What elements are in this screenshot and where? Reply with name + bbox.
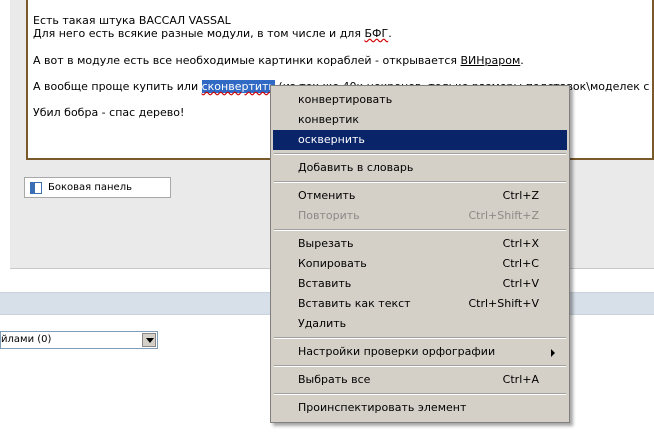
sidebar-icon — [30, 181, 42, 194]
menu-spellcheck-settings[interactable]: Настройки проверки орфографии — [273, 342, 567, 362]
submenu-arrow-icon — [551, 349, 555, 357]
chevron-down-icon[interactable] — [142, 333, 156, 347]
menu-separator — [274, 181, 566, 183]
menu-delete[interactable]: Удалить — [273, 314, 567, 334]
editor-line-1: Есть такая штука ВАССАЛ VASSAL — [33, 14, 231, 27]
menu-separator — [274, 337, 566, 339]
editor-line-3: А вот в модуле есть все необходимые карт… — [33, 54, 524, 67]
menu-separator — [274, 229, 566, 231]
menu-suggestion-2[interactable]: конвертик — [273, 110, 567, 130]
editor-line-5: Убил бобра - спас дерево! — [33, 106, 185, 119]
menu-redo: Повторить Ctrl+Shift+Z — [298, 209, 539, 222]
editor-line-2: Для него есть всякие разные модули, в то… — [33, 27, 392, 40]
selected-misspelled-word[interactable]: сконвертить — [201, 80, 275, 93]
menu-separator — [274, 365, 566, 367]
sidebar-toggle-label: Боковая панель — [48, 182, 132, 193]
menu-undo[interactable]: Отменить Ctrl+Z — [273, 186, 567, 206]
context-menu: конвертировать конвертик осквернить Доба… — [270, 85, 570, 423]
menu-copy[interactable]: Копировать Ctrl+C — [273, 254, 567, 274]
menu-suggestion-3[interactable]: осквернить — [273, 130, 567, 150]
menu-separator — [274, 393, 566, 395]
menu-add-to-dictionary[interactable]: Добавить в словарь — [273, 158, 567, 178]
menu-paste[interactable]: Вставить Ctrl+V — [273, 274, 567, 294]
menu-separator — [274, 153, 566, 155]
files-dropdown-value: йлами (0) — [1, 334, 52, 345]
underlined-word: ВИНраром — [460, 54, 521, 67]
menu-cut[interactable]: Вырезать Ctrl+X — [273, 234, 567, 254]
files-dropdown[interactable]: йлами (0) — [0, 331, 158, 349]
menu-paste-as-text[interactable]: Вставить как текст Ctrl+Shift+V — [273, 294, 567, 314]
menu-suggestion-1[interactable]: конвертировать — [273, 90, 567, 110]
sidebar-toggle-button[interactable]: Боковая панель — [24, 177, 171, 198]
menu-inspect-element[interactable]: Проинспектировать элемент — [273, 398, 567, 418]
menu-select-all[interactable]: Выбрать все Ctrl+A — [273, 370, 567, 390]
misspelled-word: БФГ — [364, 27, 389, 40]
